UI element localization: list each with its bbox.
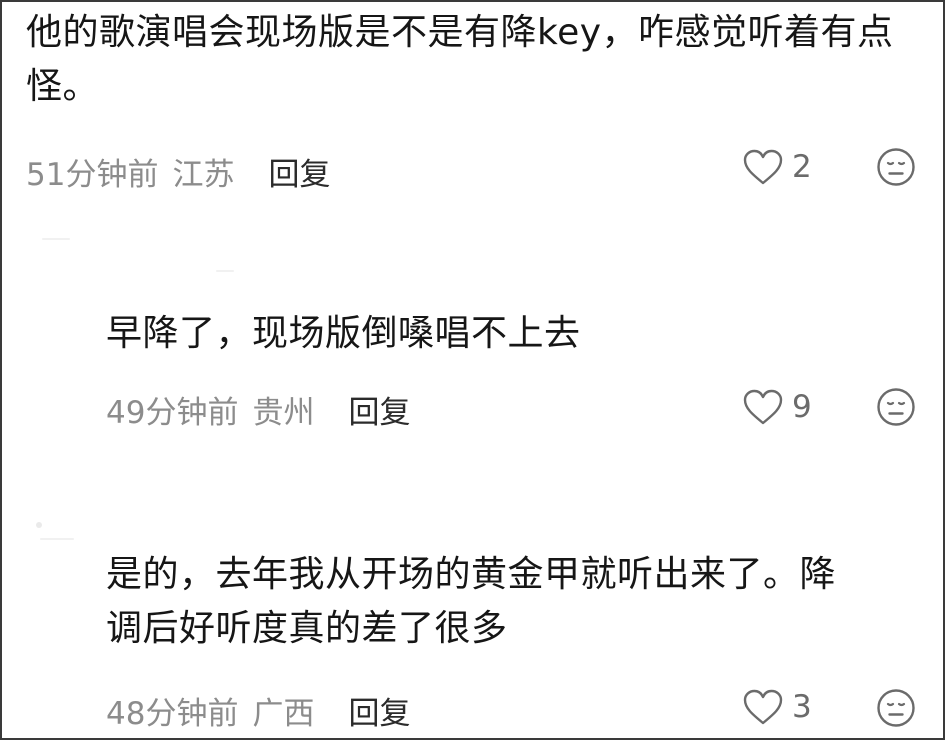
reply-button[interactable]: 回复	[348, 688, 410, 733]
like-button[interactable]: 9	[742, 385, 812, 429]
meh-face-icon	[877, 148, 915, 186]
dislike-button[interactable]	[876, 387, 916, 427]
like-count: 2	[792, 149, 812, 185]
comment-time: 51分钟前	[26, 156, 159, 193]
reply-button[interactable]: 回复	[268, 149, 330, 194]
avatar-placeholder	[216, 270, 234, 272]
comment-meta: 51分钟前 江苏 回复	[26, 149, 330, 193]
meh-face-icon	[877, 689, 915, 727]
comment-meta: 48分钟前 广西 回复	[106, 688, 410, 732]
dislike-button[interactable]	[876, 147, 916, 187]
dislike-button[interactable]	[876, 688, 916, 728]
like-button[interactable]: 3	[742, 685, 812, 729]
heart-outline-icon	[742, 388, 784, 426]
like-count: 9	[792, 389, 812, 425]
comment-location: 广西	[252, 695, 315, 732]
comment-thread-screenshot: 他的歌演唱会现场版是不是有降key，咋感觉听着有点怪。 51分钟前 江苏 回复 …	[0, 0, 945, 740]
meh-face-icon	[877, 388, 915, 426]
like-button[interactable]: 2	[742, 145, 812, 189]
comment-meta: 49分钟前 贵州 回复	[106, 387, 410, 431]
avatar-placeholder	[42, 238, 70, 240]
comment-location: 江苏	[172, 156, 235, 193]
heart-outline-icon	[742, 148, 784, 186]
like-count: 3	[792, 689, 812, 725]
comment-time: 49分钟前	[106, 394, 239, 431]
comment-text: 他的歌演唱会现场版是不是有降key，咋感觉听着有点怪。	[26, 12, 894, 107]
reply-button[interactable]: 回复	[348, 387, 410, 432]
comment-time: 48分钟前	[106, 695, 239, 732]
comment-location: 贵州	[252, 394, 315, 431]
comment-text: 是的，去年我从开场的黄金甲就听出来了。降调后好听度真的差了很多	[106, 554, 837, 649]
heart-outline-icon	[742, 688, 784, 726]
avatar-placeholder	[40, 538, 74, 540]
comment-text: 早降了，现场版倒嗓唱不上去	[106, 313, 581, 354]
avatar-placeholder	[36, 522, 42, 528]
